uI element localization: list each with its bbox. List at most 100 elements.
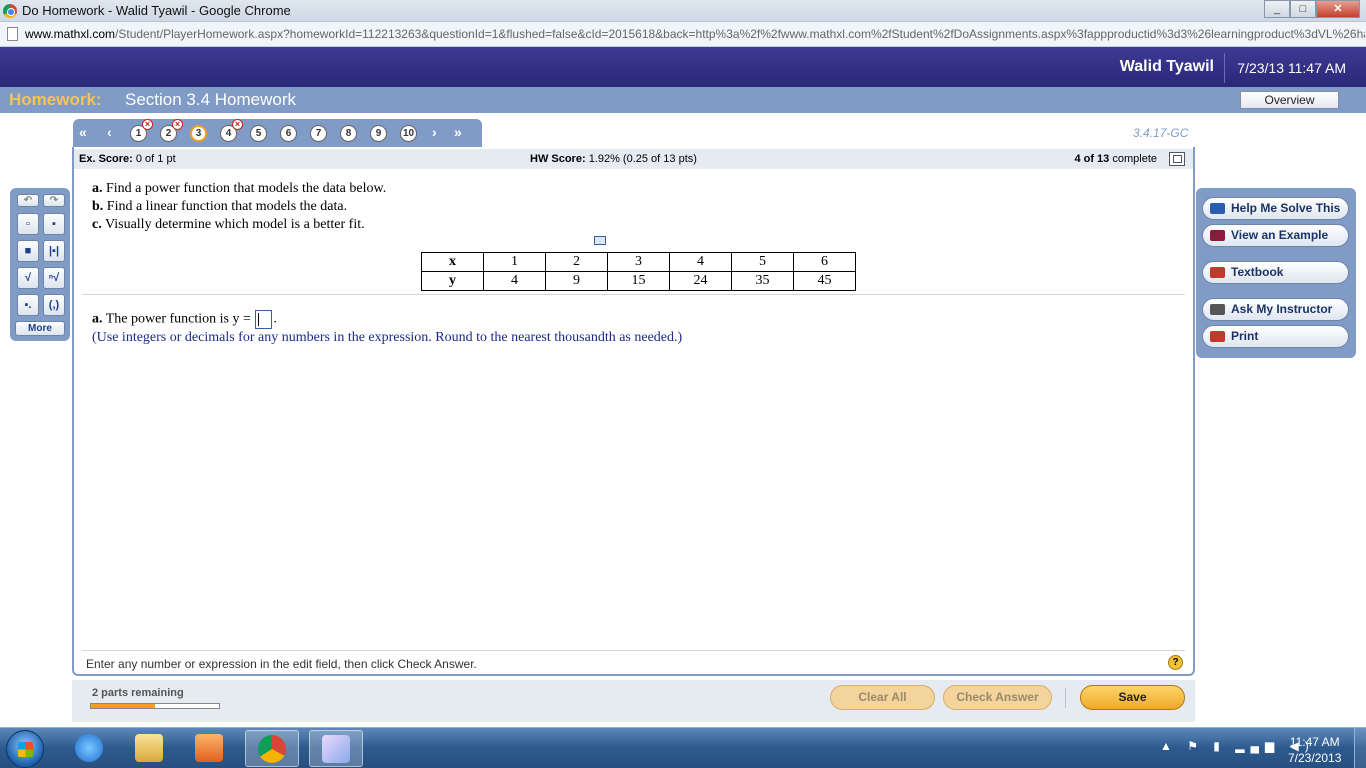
address-bar[interactable]: www.mathxl.com/Student/PlayerHomework.as… (0, 22, 1366, 47)
help-question-icon[interactable]: ? (1168, 655, 1183, 670)
square-root-icon[interactable]: √ (17, 267, 39, 289)
undo-icon[interactable]: ↶ (17, 194, 39, 207)
site-header: Walid Tyawil 7/23/13 11:47 AM (0, 47, 1366, 87)
textbook-button[interactable]: Textbook (1202, 261, 1349, 284)
answer-prefix: The power function is y = (105, 311, 251, 327)
answer-suffix: . (273, 311, 277, 327)
y-header: y (421, 271, 484, 291)
incorrect-x-icon: × (172, 119, 183, 130)
ask-my-instructor-label: Ask My Instructor (1231, 302, 1333, 316)
help-me-solve-this-button[interactable]: Help Me Solve This (1202, 197, 1349, 220)
first-question-icon[interactable]: « (79, 124, 87, 140)
question-2-button[interactable]: 2 × (160, 119, 183, 142)
question-7-button[interactable]: 7 (310, 125, 327, 142)
question-4-button[interactable]: 4 × (220, 119, 243, 142)
footer-divider (1065, 688, 1066, 708)
question-1-button[interactable]: 1 × (130, 119, 153, 142)
homework-title: Section 3.4 Homework (125, 90, 297, 109)
question-9-button[interactable]: 9 (370, 125, 387, 142)
mixed-number-icon[interactable]: ▪ (43, 213, 65, 235)
question-number: 9 (375, 128, 382, 139)
answer-input[interactable] (255, 310, 273, 329)
absolute-value-icon[interactable]: |▪| (43, 240, 65, 262)
more-tools-button[interactable]: More (15, 321, 65, 336)
show-desktop-button[interactable] (1354, 728, 1366, 768)
ask-my-instructor-button[interactable]: Ask My Instructor (1202, 298, 1349, 321)
save-button[interactable]: Save (1080, 685, 1185, 710)
previous-question-icon[interactable]: ‹ (107, 124, 112, 140)
media-player-icon (195, 734, 223, 762)
taskbar-paint[interactable] (309, 730, 363, 767)
question-6-button[interactable]: 6 (280, 125, 297, 142)
window-controls: _ □ ✕ (1264, 0, 1360, 18)
question-5-button[interactable]: 5 (250, 125, 267, 142)
part-a-label: a. (92, 181, 103, 196)
question-panel: Ex. Score: 0 of 1 pt HW Score: 1.92% (0.… (72, 147, 1195, 676)
taskbar-clock[interactable]: 11:47 AM 7/23/2013 (1288, 734, 1341, 766)
data-table: x 1 2 3 4 5 6 y 4 9 15 24 35 45 (421, 252, 856, 291)
homework-score-label: HW Score: (530, 153, 586, 165)
check-answer-button[interactable]: Check Answer (943, 685, 1052, 710)
exercise-score: Ex. Score: 0 of 1 pt (79, 153, 176, 165)
clear-all-button[interactable]: Clear All (830, 685, 935, 710)
answer-part-label: a. (92, 311, 103, 327)
close-window-button[interactable]: ✕ (1316, 0, 1360, 18)
view-an-example-button[interactable]: View an Example (1202, 224, 1349, 247)
taskbar-media-player[interactable] (183, 730, 237, 767)
window-titlebar: Do Homework - Walid Tyawil - Google Chro… (0, 0, 1366, 22)
redo-icon[interactable]: ↷ (43, 194, 65, 207)
question-part-c: c. Visually determine which model is a b… (92, 216, 386, 234)
question-part-a: a. Find a power function that models the… (92, 180, 386, 198)
answer-line: a. The power function is y = . (92, 310, 277, 329)
status-divider (82, 650, 1185, 651)
username: Walid Tyawil (1119, 58, 1214, 75)
url-text[interactable]: www.mathxl.com/Student/PlayerHomework.as… (25, 27, 1365, 41)
y-row: y 4 9 15 24 35 45 (421, 271, 856, 291)
question-number: 7 (315, 128, 322, 139)
homework-bar: Homework: Section 3.4 Homework (0, 87, 1366, 113)
subscript-icon[interactable]: ▪. (17, 294, 39, 316)
question-8-button[interactable]: 8 (340, 125, 357, 142)
homework-score: HW Score: 1.92% (0.25 of 13 pts) (530, 153, 697, 165)
view-an-example-label: View an Example (1231, 228, 1329, 242)
x-cell: 1 (483, 252, 546, 272)
printer-icon (1210, 331, 1225, 342)
y-cell: 45 (793, 271, 856, 291)
taskbar-file-explorer[interactable] (123, 730, 177, 767)
textbook-label: Textbook (1231, 265, 1284, 279)
start-button[interactable] (6, 730, 44, 768)
question-number: 8 (345, 128, 352, 139)
question-10-button[interactable]: 10 (400, 125, 417, 142)
textbook-icon (1210, 267, 1225, 278)
question-3-button[interactable]: 3 (190, 125, 207, 142)
print-button[interactable]: Print (1202, 325, 1349, 348)
y-cell: 9 (545, 271, 608, 291)
x-cell: 3 (607, 252, 670, 272)
ordered-pair-icon[interactable]: (,) (43, 294, 65, 316)
help-panel: Help Me Solve This View an Example Textb… (1196, 188, 1356, 358)
score-bar: Ex. Score: 0 of 1 pt HW Score: 1.92% (0.… (74, 149, 1193, 169)
taskbar-chrome[interactable] (245, 730, 299, 767)
maximize-button[interactable]: □ (1290, 0, 1316, 18)
fraction-icon[interactable]: ▫ (17, 213, 39, 235)
next-question-icon[interactable]: › (432, 124, 437, 140)
overview-button[interactable]: Overview (1240, 91, 1339, 109)
x-cell: 4 (669, 252, 732, 272)
nth-root-icon[interactable]: ⁿ√ (43, 267, 65, 289)
progress-fill (91, 704, 155, 708)
question-number: 5 (255, 128, 262, 139)
question-divider (82, 294, 1185, 295)
taskbar-internet-explorer[interactable] (63, 730, 117, 767)
question-navigator: « ‹ 1 × 2 × 3 4 × 5 6 7 8 9 10 › » (73, 119, 482, 147)
exercise-score-value: 0 of 1 pt (135, 153, 176, 165)
expand-window-icon[interactable] (1169, 152, 1185, 166)
exercise-score-label: Ex. Score: (79, 153, 133, 165)
status-message: Enter any number or expression in the ed… (86, 657, 477, 671)
last-question-icon[interactable]: » (454, 124, 462, 140)
x-header: x (421, 252, 484, 272)
popout-table-icon[interactable] (594, 236, 606, 245)
header-datetime: 7/23/13 11:47 AM (1237, 60, 1346, 76)
exponent-icon[interactable]: ■ (17, 240, 39, 262)
minimize-button[interactable]: _ (1264, 0, 1290, 18)
folder-icon (135, 734, 163, 762)
